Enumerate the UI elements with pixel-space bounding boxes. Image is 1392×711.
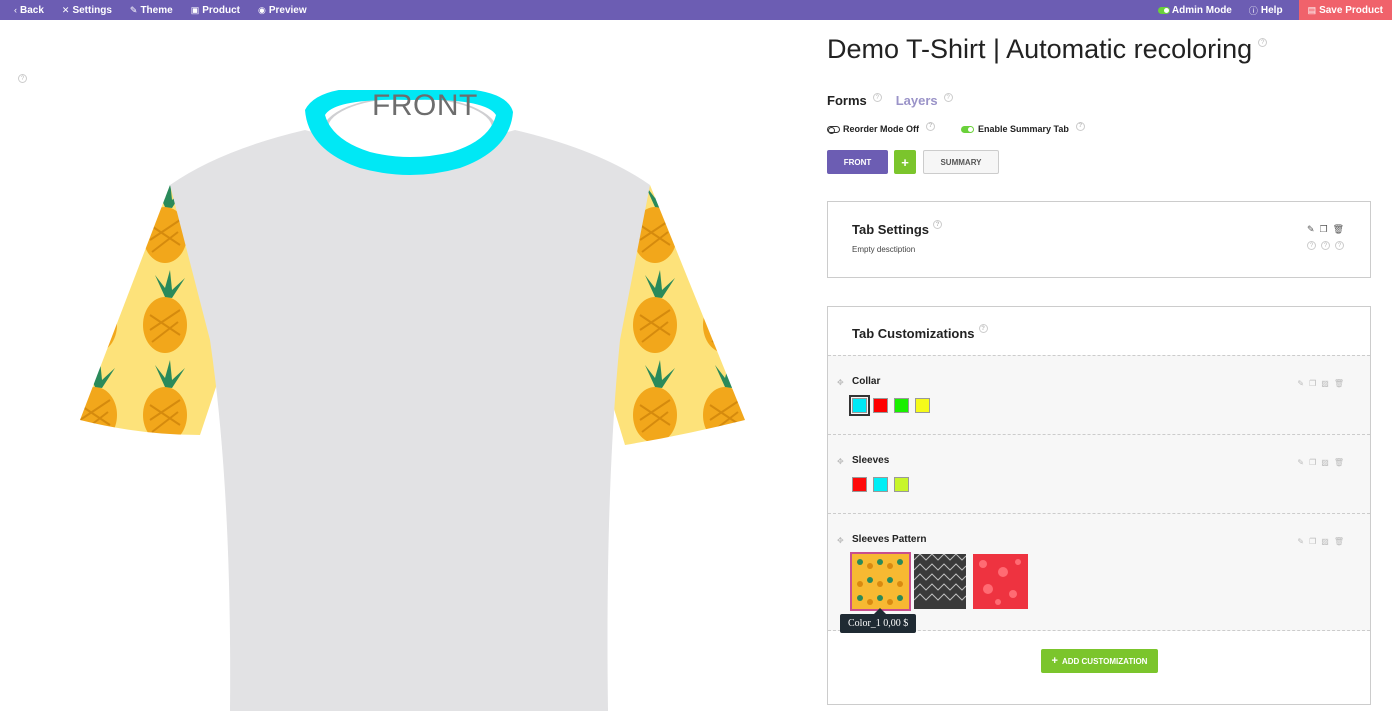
help-icon[interactable]: ? [1075,121,1085,131]
customization-collar: ✥ Collar ✎ ❐ ▨ 🗑 [828,355,1370,434]
swatch-yellow[interactable] [915,398,930,413]
back-button[interactable]: ‹ Back [14,0,44,20]
color-swatches [849,395,930,416]
toggle-on-icon [961,125,975,133]
tab-actions: ✎ ❐ 🗑 [1307,224,1344,235]
tab-settings-title: Tab Settings ? [852,220,943,237]
trash-icon[interactable]: 🗑 [1334,458,1344,467]
settings-button[interactable]: ✕ Settings [62,0,112,20]
color-swatches [852,477,909,492]
edit-icon[interactable]: ✎ [1307,224,1315,235]
action-help-row: ? ? ? [1307,241,1344,250]
swatch-lime[interactable] [894,477,909,492]
summary-tab-toggle[interactable]: Enable Summary Tab [961,124,1069,134]
help-icon[interactable]: ? [1258,38,1268,47]
tshirt-image[interactable] [60,90,760,711]
tab-customizations-title: Tab Customizations ? [852,324,988,341]
help-icon[interactable]: ? [1335,241,1344,250]
customization-sleeves-pattern: ✥ Sleeves Pattern ✎ ❐ ▨ 🗑 Color_1 0,00 $ [828,513,1370,633]
help-icon[interactable]: ? [933,220,943,229]
product-title: Demo T-Shirt | Automatic recoloring [827,34,1253,64]
tab-customizations-box: Tab Customizations ? ✥ Collar ✎ ❐ ▨ 🗑 ✥ Sle… [827,306,1371,705]
trash-icon[interactable]: 🗑 [1334,537,1344,546]
theme-button[interactable]: ✎ Theme [130,0,173,20]
help-icon[interactable]: ? [926,121,936,131]
help-button[interactable]: ⓘ Help [1249,0,1283,20]
product-preview: ? FRONT [0,20,810,711]
copy-icon[interactable]: ❐ [1309,458,1316,467]
swatch-green[interactable] [894,398,909,413]
swatch-cyan[interactable] [849,395,870,416]
tab-layers[interactable]: Layers [896,93,938,108]
edit-icon[interactable]: ✎ [1297,537,1304,546]
drag-handle-icon[interactable]: ✥ [837,378,844,387]
help-icon[interactable]: ? [18,74,27,83]
product-button[interactable]: ▣ Product [191,0,240,20]
tools-icon: ✕ [61,4,70,15]
trash-icon[interactable]: 🗑 [1333,224,1344,235]
panel-tabs: Forms ? Layers ? [827,93,953,108]
customization-sleeves: ✥ Sleeves ✎ ❐ ▨ 🗑 [828,434,1370,513]
image-icon[interactable]: ▨ [1321,458,1329,467]
image-icon[interactable]: ▨ [1321,537,1329,546]
admin-mode-toggle[interactable]: Admin Mode [1157,0,1232,20]
tab-forms[interactable]: Forms [827,93,867,108]
top-toolbar: ‹ Back ✕ Settings ✎ Theme ▣ Product ◉ Preview… [0,0,1392,20]
edit-icon[interactable]: ✎ [1297,379,1304,388]
drag-handle-icon[interactable]: ✥ [837,536,844,545]
drag-handle-icon[interactable]: ✥ [837,457,844,466]
front-tab-button[interactable]: FRONT [827,150,888,174]
pattern-swatches [850,552,1028,611]
customization-name: Sleeves Pattern [852,534,927,545]
price-tooltip: Color_1 0,00 $ [840,608,917,633]
tab-description: Empty desctiption [852,245,916,254]
help-icon[interactable]: ? [943,93,953,102]
bag-icon: ▣ [190,4,200,15]
customization-name: Collar [852,376,881,387]
help-icon[interactable]: ? [1307,241,1316,250]
toggle-on-icon [1157,6,1170,14]
preview-button[interactable]: ◉ Preview [258,0,307,20]
chevron-left-icon: ‹ [14,5,17,15]
eye-icon: ◉ [257,4,266,15]
pattern-pineapple[interactable] [850,552,911,611]
summary-tab-button[interactable]: SUMMARY [923,150,999,174]
brush-icon: ✎ [129,4,138,15]
options-row: Reorder Mode Off ? Enable Summary Tab ? [827,121,1085,134]
add-tab-button[interactable]: + [894,150,916,174]
question-circle-icon: ⓘ [1248,5,1258,16]
save-icon: ▤ [1307,4,1317,15]
title-row: Demo T-Shirt | Automatic recoloring ? [827,34,1268,65]
reorder-mode-toggle[interactable]: Reorder Mode Off [827,124,919,134]
plus-icon: + [1051,655,1058,667]
customization-actions: ✎ ❐ ▨ 🗑 [1297,458,1344,467]
add-customization-button[interactable]: + ADD CUSTOMIZATION [1041,649,1158,673]
customization-actions: ✎ ❐ ▨ 🗑 [1297,537,1344,546]
copy-icon[interactable]: ❐ [1309,379,1316,388]
view-label: FRONT [372,89,478,122]
toggle-off-icon [827,125,840,134]
customization-actions: ✎ ❐ ▨ 🗑 [1297,379,1344,388]
tab-settings-box: Tab Settings ? Empty desctiption ✎ ❐ 🗑 ?… [827,201,1371,278]
pattern-red-floral[interactable] [973,554,1028,609]
swatch-cyan[interactable] [873,477,888,492]
form-tabs-row: FRONT + SUMMARY [827,150,999,174]
image-icon[interactable]: ▨ [1321,379,1329,388]
help-icon[interactable]: ? [872,93,882,102]
customization-name: Sleeves [852,455,890,466]
copy-icon[interactable]: ❐ [1309,537,1316,546]
save-product-button[interactable]: ▤ Save Product [1298,0,1392,20]
pattern-geometric[interactable] [914,554,966,609]
help-icon[interactable]: ? [978,324,988,333]
trash-icon[interactable]: 🗑 [1334,379,1344,388]
edit-icon[interactable]: ✎ [1297,458,1304,467]
copy-icon[interactable]: ❐ [1319,224,1327,235]
swatch-red[interactable] [873,398,888,413]
help-icon[interactable]: ? [1321,241,1330,250]
swatch-red[interactable] [852,477,867,492]
